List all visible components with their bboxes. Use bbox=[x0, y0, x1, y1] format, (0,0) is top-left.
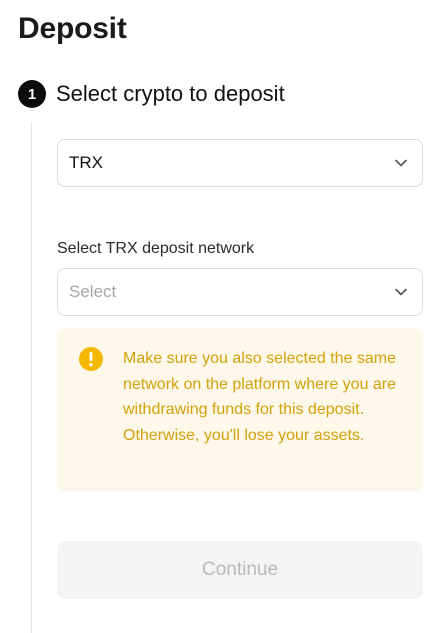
step-title: Select crypto to deposit bbox=[56, 81, 285, 106]
chevron-down-icon bbox=[394, 285, 408, 299]
crypto-select[interactable]: TRX bbox=[57, 139, 423, 187]
page-title: Deposit bbox=[18, 12, 127, 45]
chevron-down-icon bbox=[394, 156, 408, 170]
exclamation-circle-icon bbox=[79, 347, 103, 371]
crypto-select-value: TRX bbox=[69, 153, 103, 172]
step-progress-line bbox=[31, 122, 32, 633]
continue-button[interactable]: Continue bbox=[57, 541, 423, 599]
network-select-label: Select TRX deposit network bbox=[57, 240, 255, 257]
step-header: 1 Select crypto to deposit bbox=[18, 78, 285, 110]
warning-message: Make sure you also selected the same net… bbox=[123, 350, 397, 444]
network-select[interactable]: Select bbox=[57, 268, 423, 316]
network-warning-box: Make sure you also selected the same net… bbox=[57, 328, 423, 491]
step-number-badge: 1 bbox=[18, 80, 46, 108]
network-select-placeholder: Select bbox=[69, 282, 117, 301]
